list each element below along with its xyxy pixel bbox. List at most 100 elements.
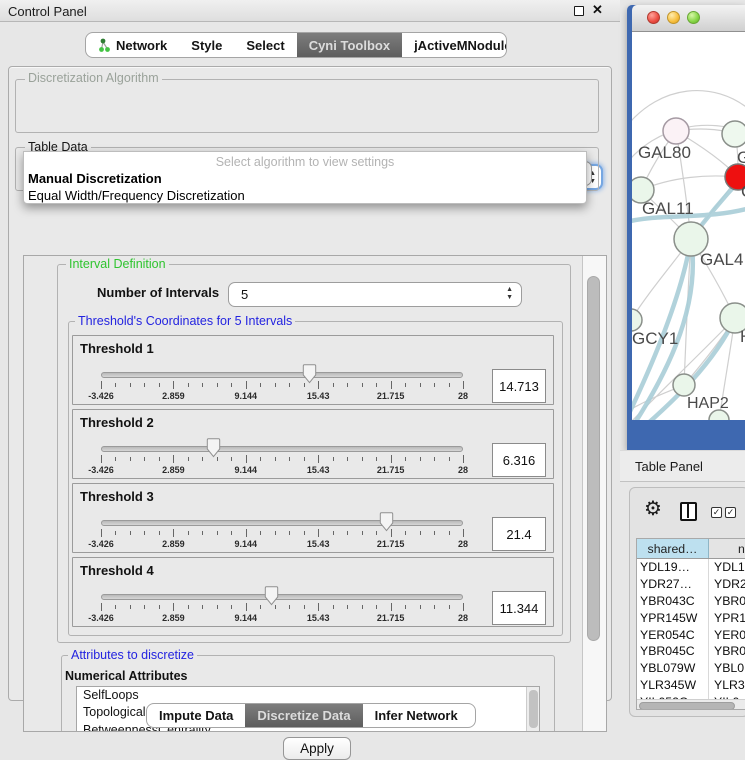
tab-discretize-data[interactable]: Discretize Data [245,704,362,727]
cell[interactable]: YBL079W [637,660,709,677]
algorithm-dropdown-popup: Select algorithm to view settings Manual… [23,151,587,204]
close-icon[interactable]: ✕ [592,2,603,18]
tab-jactivemnodules[interactable]: jActiveMNodules [402,33,507,57]
tab-style[interactable]: Style [179,33,234,57]
network-node[interactable] [722,121,745,147]
screen: Control Panel ✕ Network Style Select Cyn… [0,0,745,745]
tab-select[interactable]: Select [234,33,296,57]
tab-label: Select [246,38,284,53]
tab-label: Cyni Toolbox [309,38,390,53]
cell[interactable]: YLR345W [637,677,709,694]
cell[interactable]: YDR2 [709,576,745,593]
threshold-value-field[interactable]: 14.713 [492,369,546,403]
list-scrollbar-thumb[interactable] [529,690,538,728]
numerical-attributes-label: Numerical Attributes [65,669,187,683]
cell[interactable]: YLR3 [709,677,745,694]
network-window-titlebar[interactable] [632,5,745,32]
table-row[interactable]: YLR345WYLR3 [637,677,745,694]
threshold-value-field[interactable]: 6.316 [492,443,546,477]
cell[interactable]: YBL0 [709,660,745,677]
cell[interactable]: YBR0 [709,593,745,610]
table-scrollbar-thumb[interactable] [639,702,735,710]
number-of-intervals-label: Number of Intervals [97,285,219,300]
network-node[interactable] [673,374,695,396]
cell[interactable]: YDL19… [637,559,709,576]
settings-scrollbar-thumb[interactable] [587,276,600,641]
tab-label: Discretize Data [257,708,350,723]
cell[interactable]: YER0 [709,626,745,643]
tab-network[interactable]: Network [86,33,179,57]
network-canvas[interactable]: GAL80 GA C GAL11 GAL4 GCY1 H HAP2 [632,32,745,420]
threshold-value-field[interactable]: 11.344 [492,591,546,625]
network-icon [98,38,111,53]
table-row[interactable]: YPR145WYPR1 [637,609,745,626]
threshold-3-block: Threshold 3 -3.4262.8599.14415.4321.7152… [72,483,554,553]
discretization-algorithm-group [15,79,599,133]
table-panel-title: Table Panel [635,459,703,474]
threshold-slider: -3.4262.8599.14415.4321.71528 [101,558,463,628]
cell[interactable]: YBR0 [709,643,745,660]
slider-ticks [101,529,463,539]
cyni-toolbox-panel: Discretization Algorithm ▲▼ Select algor… [8,66,612,701]
thresholds-group-label: Threshold's Coordinates for 5 Intervals [75,314,295,328]
slider-track[interactable] [101,446,463,452]
slider-track[interactable] [101,594,463,600]
table-panel-header: Table Panel [620,450,745,482]
list-scrollbar[interactable] [526,687,539,732]
table-row[interactable]: YBR043CYBR0 [637,593,745,610]
column-header-shared-name[interactable]: shared… [637,539,709,558]
node-label: HAP2 [687,395,729,412]
network-node[interactable] [663,118,689,144]
float-window-icon[interactable] [574,6,584,16]
cell[interactable]: YPR145W [637,609,709,626]
table-row[interactable]: YBL079WYBL0 [637,660,745,677]
node-label: GCY1 [632,329,678,348]
minimize-traffic-light-icon[interactable] [667,11,680,24]
list-item[interactable]: SelfLoops [77,687,539,704]
network-node[interactable] [632,309,642,331]
checkbox-icon[interactable]: ✓ [711,507,722,518]
tab-cyni-toolbox[interactable]: Cyni Toolbox [297,33,402,57]
cell[interactable]: YBR043C [637,593,709,610]
tab-infer-network[interactable]: Infer Network [363,704,470,727]
cell[interactable]: YDR27… [637,576,709,593]
settings-scrollbar[interactable] [582,256,607,731]
table-row[interactable]: YDR27…YDR2 [637,576,745,593]
slider-track[interactable] [101,520,463,526]
dropdown-option-equal-width[interactable]: Equal Width/Frequency Discretization [28,188,245,203]
table-header-row: shared… na [637,539,745,559]
network-view-window[interactable]: GAL80 GA C GAL11 GAL4 GCY1 H HAP2 [627,5,745,450]
cell[interactable]: YPR1 [709,609,745,626]
gear-icon[interactable]: ⚙ [644,499,662,519]
network-graph: GAL80 GA C GAL11 GAL4 GCY1 H HAP2 [632,32,745,420]
close-traffic-light-icon[interactable] [647,11,660,24]
threshold-value-field[interactable]: 21.4 [492,517,546,551]
tab-impute-data[interactable]: Impute Data [147,704,245,727]
zoom-traffic-light-icon[interactable] [687,11,700,24]
control-panel-header: Control Panel ✕ [0,0,620,22]
cell[interactable]: YBR045C [637,643,709,660]
threshold-slider: -3.4262.8599.14415.4321.71528 [101,410,463,480]
node-label: C [741,182,745,201]
discretization-algorithm-label: Discretization Algorithm [25,71,162,85]
checkbox-icon[interactable]: ✓ [725,507,736,518]
cell[interactable]: YDL1 [709,559,745,576]
node-attribute-table[interactable]: shared… na YDL19…YDL1 YDR27…YDR2 YBR043C… [636,538,745,710]
panel-title: Control Panel [8,4,87,19]
table-row[interactable]: YER054CYER0 [637,626,745,643]
number-of-intervals-combobox[interactable]: 5 ▲▼ [228,282,522,307]
table-row[interactable]: YDL19…YDL1 [637,559,745,576]
cyni-mode-tabbar: Impute Data Discretize Data Infer Networ… [146,703,476,728]
slider-axis-labels: -3.4262.8599.14415.4321.71528 [101,465,463,477]
table-row[interactable]: YBR045CYBR0 [637,643,745,660]
node-label: GAL80 [638,143,691,162]
column-header-name[interactable]: na [709,539,745,558]
node-label: GA [737,148,745,167]
column-layout-icon[interactable] [680,502,697,521]
dropdown-option-manual[interactable]: Manual Discretization [28,171,162,186]
apply-button[interactable]: Apply [283,737,351,760]
slider-track[interactable] [101,372,463,378]
table-horizontal-scrollbar[interactable] [637,699,745,710]
dropdown-hint: Select algorithm to view settings [24,155,586,169]
cell[interactable]: YER054C [637,626,709,643]
